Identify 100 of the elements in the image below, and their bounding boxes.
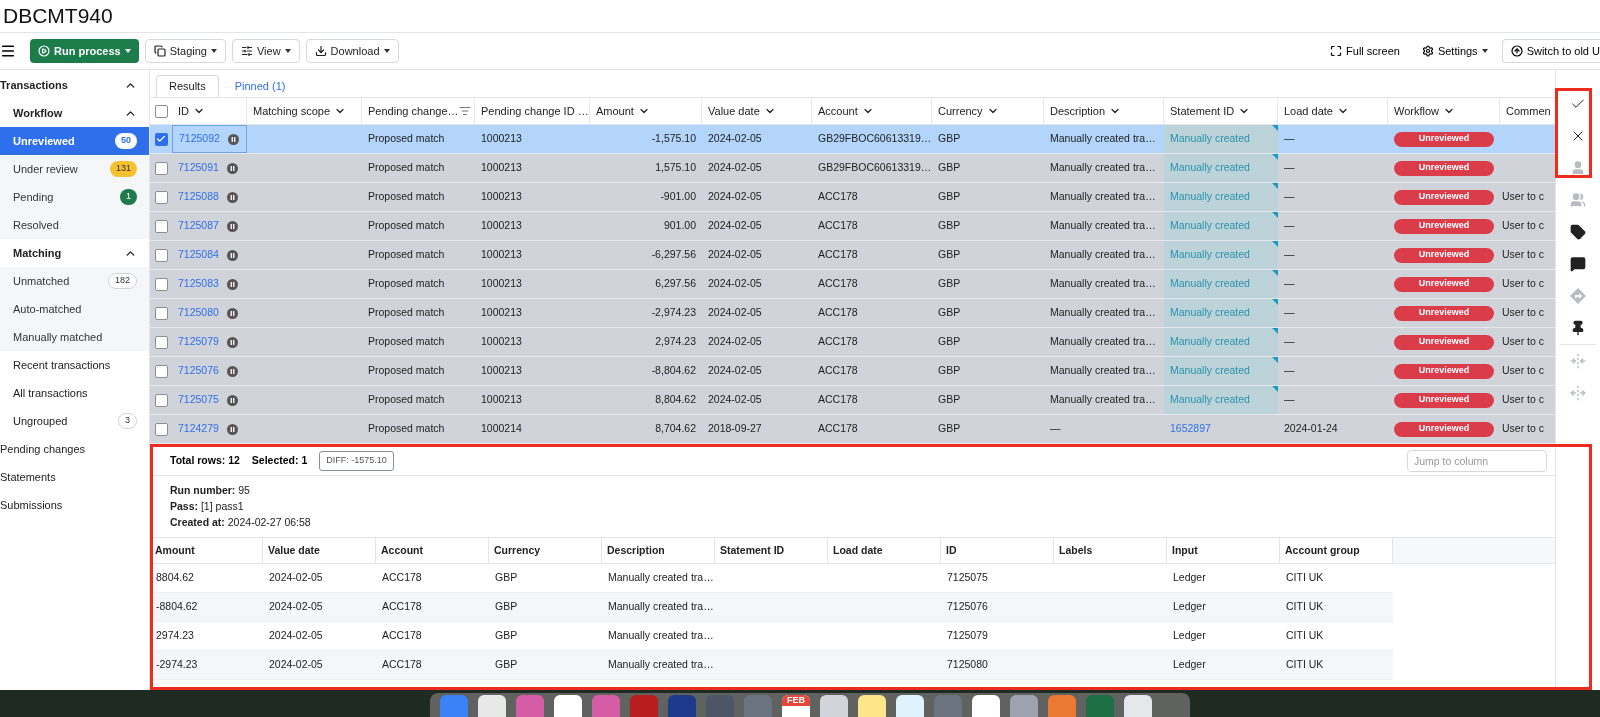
sidebar-section[interactable]: Transactions [0,71,149,99]
column-header[interactable]: Amount [150,538,263,563]
sidebar-item[interactable]: Unmatched 182 [0,267,149,295]
table-row[interactable]: 7124279 Proposed match 1000214 8,704.62 2018-09-27 ACC178 GBP — 1652897 2024-01-24 Unreviewed User to c [150,415,1555,444]
shrink-columns-icon [1570,353,1586,369]
column-header[interactable]: Account [812,98,932,124]
menu-icon[interactable] [0,43,16,59]
row-checkbox[interactable] [154,219,168,233]
app-icon[interactable] [478,695,506,717]
row-checkbox[interactable] [154,277,168,291]
column-header[interactable]: Amount [590,98,702,124]
sidebar-item[interactable]: Ungrouped 3 [0,407,149,435]
app-icon[interactable] [896,695,924,717]
column-header[interactable]: ID [941,538,1054,563]
column-header[interactable]: Account group [1280,538,1393,563]
column-header[interactable]: Input [1167,538,1280,563]
sidebar-item[interactable]: Unreviewed 50 [0,127,149,155]
sidebar-item[interactable]: Manually matched [0,323,149,351]
select-all-checkbox[interactable] [154,104,168,118]
status-pill: Unreviewed [1394,392,1494,408]
app-icon[interactable] [1010,695,1038,717]
table-row[interactable]: 7125092 Proposed match 1000213 -1,575.10 2024-02-05 GB29FBOC60613319… GBP Manually created tra… Manually created — Unreviewed [150,125,1555,154]
row-checkbox[interactable] [154,248,168,262]
table-cell: 1000213 [481,247,522,263]
column-header[interactable]: Matching scope [247,98,362,124]
sidebar-item[interactable]: Recent transactions [0,351,149,379]
table-cell: -901.00 [660,189,696,205]
app-icon[interactable] [1048,695,1076,717]
row-checkbox[interactable] [154,335,168,349]
app-icon[interactable] [972,695,1000,717]
column-header[interactable]: Statement ID [1164,98,1278,124]
row-checkbox[interactable] [154,190,168,204]
column-header[interactable]: Value date [702,98,812,124]
statement-cell: Manually created [1164,183,1278,211]
app-icon[interactable] [1124,695,1152,717]
count-badge: 50 [115,133,137,149]
table-row[interactable]: 7125084 Proposed match 1000213 -6,297.56 2024-02-05 ACC178 GBP Manually created tra… Manually created — Unreviewed User to c [150,241,1555,270]
pin-icon [1570,320,1586,336]
column-header[interactable]: ID [172,98,247,124]
column-header[interactable]: Description [1044,98,1164,124]
sidebar-item[interactable]: Submissions [0,491,149,519]
settings-button[interactable]: Settings [1413,39,1496,63]
app-icon[interactable] [820,695,848,717]
table-cell: 2024-02-05 [708,189,762,205]
app-icon[interactable] [858,695,886,717]
row-checkbox[interactable] [154,422,168,436]
sidebar-item[interactable]: Pending 1 [0,183,149,211]
view-button[interactable]: View [231,39,300,63]
download-button[interactable]: Download [305,39,399,63]
table-row[interactable]: 7125091 Proposed match 1000213 1,575.10 2024-02-05 GB29FBOC60613319… GBP Manually created tra… Manually created — Unreviewed [150,154,1555,183]
row-checkbox[interactable] [154,132,168,146]
table-row[interactable]: 7125079 Proposed match 1000213 2,974.23 2024-02-05 ACC178 GBP Manually created tra… Manually created — Unreviewed User to c [150,328,1555,357]
sidebar-item[interactable]: All transactions [0,379,149,407]
sidebar-item[interactable]: Pending changes [0,435,149,463]
sidebar-item[interactable]: Resolved [0,211,149,239]
table-row[interactable]: 7125087 Proposed match 1000213 901.00 2024-02-05 ACC178 GBP Manually created tra… Manually created — Unreviewed User to c [150,212,1555,241]
fullscreen-button[interactable]: Full screen [1322,39,1408,63]
table-row[interactable]: 7125080 Proposed match 1000213 -2,974.23 2024-02-05 ACC178 GBP Manually created tra… Manually created — Unreviewed User to c [150,299,1555,328]
column-header[interactable]: Statement ID [715,538,828,563]
column-header[interactable]: Description [602,538,715,563]
table-cell: ACC178 [818,334,858,350]
column-header[interactable]: Value date [263,538,376,563]
table-row[interactable]: 7125076 Proposed match 1000213 -8,804.62 2024-02-05 ACC178 GBP Manually created tra… Manually created — Unreviewed User to c [150,357,1555,386]
run-process-button[interactable]: Run process [30,39,139,63]
column-header[interactable]: Currency [932,98,1044,124]
switch-button[interactable]: Switch to old U [1501,39,1600,63]
app-icon[interactable] [554,695,582,717]
table-cell: — [1284,363,1295,379]
row-checkbox[interactable] [154,161,168,175]
status-pill: Unreviewed [1394,131,1494,147]
column-header[interactable]: Account [376,538,489,563]
column-header[interactable]: Pending change ID … [475,98,590,124]
column-header[interactable]: Load date [828,538,941,563]
pause-icon [226,191,238,203]
column-header[interactable]: Labels [1054,538,1167,563]
row-checkbox[interactable] [154,393,168,407]
column-header[interactable]: Currency [489,538,602,563]
row-checkbox[interactable] [154,364,168,378]
column-header[interactable]: Pending change… [362,98,475,124]
table-cell: 1000213 [481,218,522,234]
table-row[interactable]: 7125083 Proposed match 1000213 6,297.56 2024-02-05 ACC178 GBP Manually created tra… Manually created — Unreviewed User to c [150,270,1555,299]
sidebar-section[interactable]: Workflow [0,99,149,127]
calendar-icon[interactable]: FEB [782,695,810,717]
column-header[interactable]: Commen [1500,98,1555,124]
column-header[interactable]: Workflow [1388,98,1500,124]
table-cell: GBP [938,421,961,437]
jump-to-column-field[interactable]: Jump to column [1407,449,1547,472]
table-cell: — [1284,218,1295,234]
table-row[interactable]: 7125088 Proposed match 1000213 -901.00 2024-02-05 ACC178 GBP Manually created tra… Manually created — Unreviewed User to c [150,183,1555,212]
column-header[interactable]: Load date [1278,98,1388,124]
sidebar-section[interactable]: Matching [0,239,149,267]
row-checkbox[interactable] [154,306,168,320]
staging-button[interactable]: Staging [144,39,226,63]
person-icon [1570,160,1586,176]
sidebar-item[interactable]: Under review 131 [0,155,149,183]
tab[interactable]: Pinned (1) [222,75,298,97]
table-row[interactable]: 7125075 Proposed match 1000213 8,804.62 2024-02-05 ACC178 GBP Manually created tra… Manually created — Unreviewed User to c [150,386,1555,415]
sidebar-item[interactable]: Statements [0,463,149,491]
sidebar-item[interactable]: Auto-matched [0,295,149,323]
tab[interactable]: Results [156,75,219,97]
